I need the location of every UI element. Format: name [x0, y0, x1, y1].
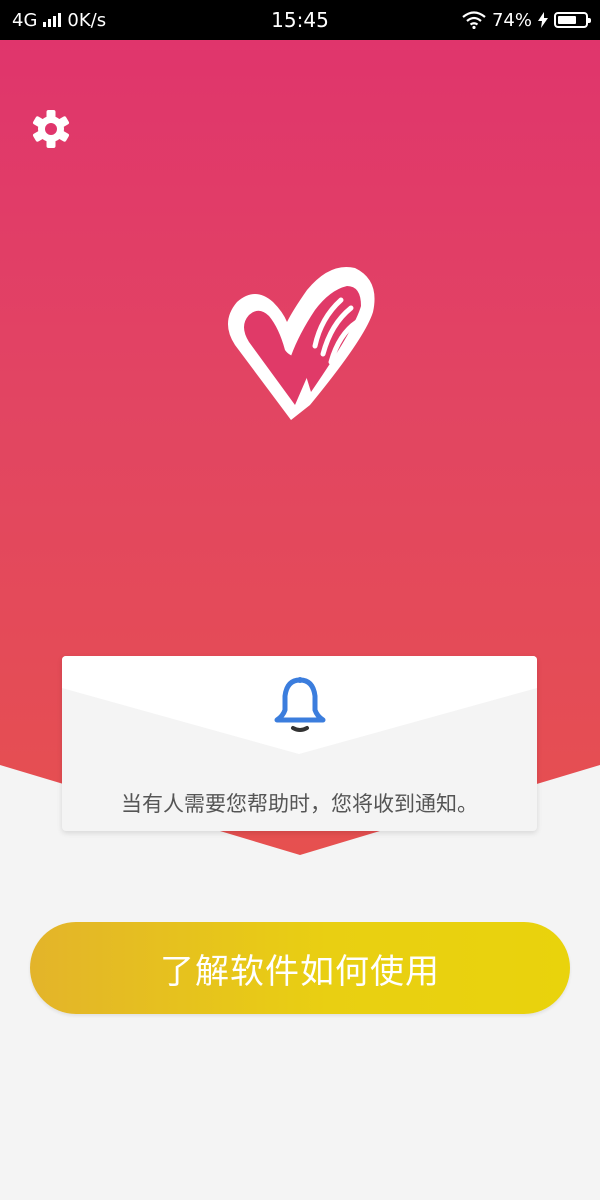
heart-hand-logo: [227, 266, 375, 420]
notification-card: 当有人需要您帮助时，您将收到通知。: [62, 656, 537, 831]
learn-usage-button[interactable]: 了解软件如何使用: [30, 922, 570, 1014]
network-type: 4G: [12, 9, 38, 31]
notification-message: 当有人需要您帮助时，您将收到通知。: [121, 792, 478, 816]
battery-percent: 74%: [491, 9, 532, 31]
battery-fill: [558, 16, 577, 24]
charging-icon: [538, 12, 548, 28]
battery-icon: [554, 12, 591, 28]
bell-icon: [274, 677, 326, 732]
signal-icon: [43, 13, 62, 27]
status-bar: 4G 0K/s 15:45 74%: [0, 0, 600, 40]
status-right: 74%: [388, 9, 591, 31]
gear-icon[interactable]: [30, 108, 72, 150]
status-time: 15:45: [271, 8, 329, 32]
wifi-icon: [462, 11, 486, 29]
status-left: 4G 0K/s: [12, 10, 212, 31]
network-speed: 0K/s: [67, 9, 107, 31]
